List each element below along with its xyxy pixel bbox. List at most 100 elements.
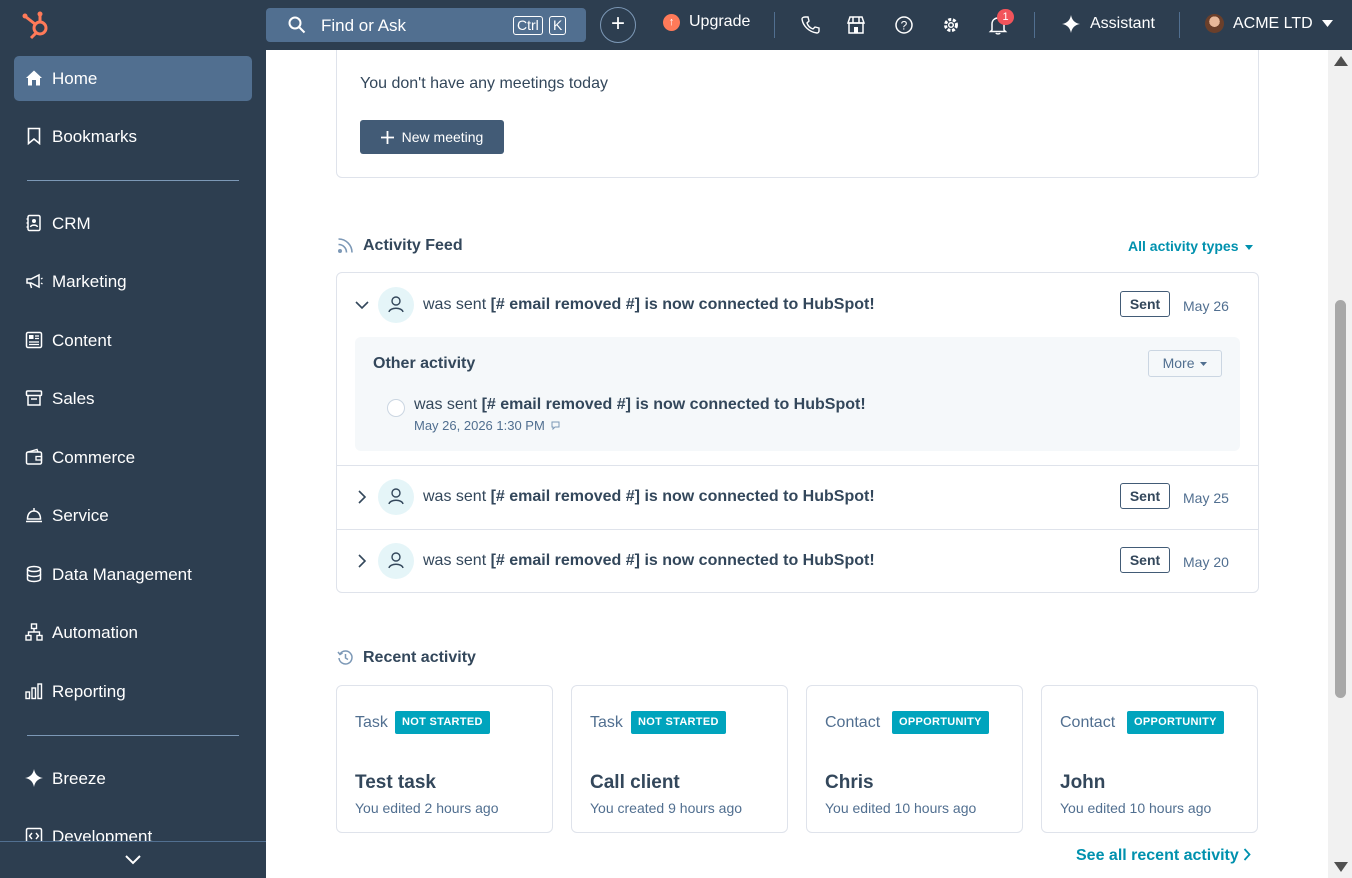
account-name: ACME LTD xyxy=(1233,14,1313,32)
sidebar-item-data-management[interactable]: Data Management xyxy=(14,552,252,597)
settings-gear-icon[interactable] xyxy=(941,15,961,35)
vertical-scrollbar[interactable] xyxy=(1328,50,1352,878)
recent-activity-card[interactable]: Task NOT STARTED Call client You created… xyxy=(571,685,788,833)
other-activity-title: Other activity xyxy=(373,355,476,372)
contact-avatar xyxy=(378,479,414,515)
sidebar-item-label: Marketing xyxy=(52,272,127,291)
activity-row[interactable]: was sent [# email removed #] is now conn… xyxy=(337,273,1258,465)
activity-type-filter[interactable]: All activity types xyxy=(1128,238,1254,254)
sidebar-item-label: Sales xyxy=(52,389,95,408)
help-icon[interactable]: ? xyxy=(894,15,914,35)
sent-tag: Sent xyxy=(1120,483,1170,509)
chevron-right-icon[interactable] xyxy=(355,490,369,504)
sparkle-icon xyxy=(25,769,43,787)
scroll-down-arrow-icon[interactable] xyxy=(1334,862,1348,872)
activity-text: was sent [# email removed #] is now conn… xyxy=(423,296,875,313)
new-meeting-label: New meeting xyxy=(401,129,484,145)
upgrade-button[interactable]: ↑ Upgrade xyxy=(663,13,750,31)
sidebar-item-label: Data Management xyxy=(52,565,192,584)
record-edit-info: You edited 10 hours ago xyxy=(825,800,977,816)
record-name[interactable]: Test task xyxy=(355,772,436,794)
hubspot-logo-icon[interactable] xyxy=(20,10,54,40)
upgrade-arrow-icon: ↑ xyxy=(663,13,680,31)
meetings-card: You don't have any meetings today New me… xyxy=(336,50,1259,178)
scroll-up-arrow-icon[interactable] xyxy=(1334,56,1348,66)
sidebar-item-bookmarks[interactable]: Bookmarks xyxy=(14,114,252,159)
sidebar-item-breeze[interactable]: Breeze xyxy=(14,756,252,801)
record-edit-info: You created 9 hours ago xyxy=(590,800,743,816)
activity-feed-title: Activity Feed xyxy=(363,237,463,254)
new-meeting-button[interactable]: New meeting xyxy=(360,120,504,154)
activity-status-circle xyxy=(387,399,405,417)
status-badge: NOT STARTED xyxy=(395,711,490,734)
sidebar-item-commerce[interactable]: Commerce xyxy=(14,435,252,480)
sidebar-item-content[interactable]: Content xyxy=(14,318,252,363)
record-name[interactable]: Call client xyxy=(590,772,680,794)
record-edit-info: You edited 10 hours ago xyxy=(1060,800,1212,816)
see-all-label: See all recent activity xyxy=(1076,847,1239,864)
workflow-icon xyxy=(25,623,43,641)
contacts-icon xyxy=(26,214,41,232)
record-type: Task xyxy=(355,714,388,731)
toolbar-divider xyxy=(774,12,775,38)
chevron-down-icon xyxy=(125,855,141,865)
person-icon xyxy=(388,296,404,313)
chevron-down-icon[interactable] xyxy=(355,298,369,312)
sidebar-item-label: Bookmarks xyxy=(52,127,138,146)
bar-chart-icon xyxy=(25,683,43,700)
search-icon xyxy=(288,16,306,34)
sent-tag: Sent xyxy=(1120,291,1170,317)
sidebar-item-crm[interactable]: CRM xyxy=(14,201,252,246)
marketplace-icon[interactable] xyxy=(846,15,866,35)
sidebar-item-automation[interactable]: Automation xyxy=(14,610,252,655)
recent-activity-card[interactable]: Contact OPPORTUNITY John You edited 10 h… xyxy=(1041,685,1258,833)
sidebar-item-reporting[interactable]: Reporting xyxy=(14,669,252,714)
sidebar-item-home[interactable]: Home xyxy=(14,56,252,101)
chevron-right-icon[interactable] xyxy=(355,554,369,568)
other-activity-panel: Other activity More was sent [# email re… xyxy=(355,337,1240,451)
account-menu[interactable]: ACME LTD xyxy=(1205,14,1333,33)
activity-row[interactable]: was sent [# email removed #] is now conn… xyxy=(337,530,1258,593)
phone-icon[interactable] xyxy=(800,15,820,35)
record-name[interactable]: Chris xyxy=(825,772,874,794)
top-navigation-bar: Find or Ask Ctrl K + ↑ Upgrade ? 1 Assis… xyxy=(0,0,1352,50)
person-icon xyxy=(388,552,404,569)
record-type: Contact xyxy=(1060,714,1116,731)
sidebar-item-sales[interactable]: Sales xyxy=(14,376,252,421)
record-name[interactable]: John xyxy=(1060,772,1105,794)
activity-date: May 25 xyxy=(1183,490,1229,506)
recent-activity-card[interactable]: Contact OPPORTUNITY Chris You edited 10 … xyxy=(806,685,1023,833)
sidebar-item-service[interactable]: Service xyxy=(14,493,252,538)
more-label: More xyxy=(1162,355,1195,371)
other-activity-timestamp: May 26, 2026 1:30 PM xyxy=(414,418,560,433)
caret-down-icon xyxy=(1321,20,1333,27)
contact-avatar xyxy=(378,543,414,579)
shortcut-k-key: K xyxy=(549,16,567,35)
toolbar-divider xyxy=(1179,12,1180,38)
comment-icon xyxy=(551,421,560,431)
notification-count-badge: 1 xyxy=(997,9,1014,25)
activity-date: May 26 xyxy=(1183,298,1229,314)
home-icon xyxy=(26,70,42,86)
other-activity-text: was sent [# email removed #] is now conn… xyxy=(414,396,866,413)
sidebar-item-label: Reporting xyxy=(52,682,126,701)
sidebar-item-label: Commerce xyxy=(52,448,136,467)
record-type: Contact xyxy=(825,714,881,731)
search-placeholder[interactable]: Find or Ask xyxy=(321,16,406,36)
see-all-recent-activity-link[interactable]: See all recent activity xyxy=(1076,847,1251,865)
status-badge: OPPORTUNITY xyxy=(1127,711,1224,734)
activity-row[interactable]: was sent [# email removed #] is now conn… xyxy=(337,466,1258,529)
assistant-button[interactable]: Assistant xyxy=(1062,15,1155,33)
more-dropdown-button[interactable]: More xyxy=(1148,350,1222,377)
create-new-button[interactable]: + xyxy=(600,7,636,43)
bookmark-icon xyxy=(27,127,41,145)
sidebar-expand-toggle[interactable] xyxy=(0,841,266,878)
sidebar-item-label: Service xyxy=(52,506,109,525)
main-content: You don't have any meetings today New me… xyxy=(266,50,1328,878)
activity-date: May 20 xyxy=(1183,554,1229,570)
sidebar-item-marketing[interactable]: Marketing xyxy=(14,259,252,304)
recent-activity-card[interactable]: Task NOT STARTED Test task You edited 2 … xyxy=(336,685,553,833)
scrollbar-thumb[interactable] xyxy=(1335,300,1346,698)
toolbar-divider xyxy=(1034,12,1035,38)
search-bar[interactable]: Find or Ask Ctrl K xyxy=(266,8,586,42)
